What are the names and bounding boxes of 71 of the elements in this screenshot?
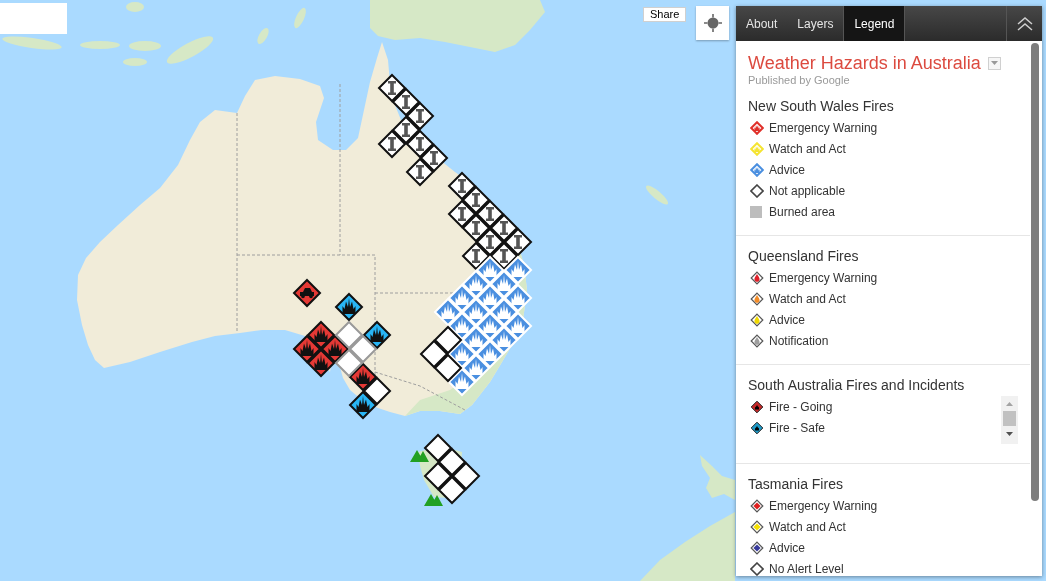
share-button[interactable]: Share <box>643 7 687 22</box>
diamond-marker-icon[interactable] <box>362 376 392 406</box>
legend-label: No Alert Level <box>769 561 844 576</box>
diamond-marker-icon[interactable] <box>348 334 378 364</box>
tab[interactable]: About <box>736 6 788 41</box>
section-heading: New South Wales Fires <box>747 97 895 115</box>
island-drawing <box>123 58 147 66</box>
island-drawing <box>257 27 269 45</box>
nested-diamond-icon <box>750 498 764 513</box>
car-marker-icon[interactable] <box>292 278 322 308</box>
diamond-marker-icon[interactable] <box>334 320 364 350</box>
drop-diamond-icon <box>750 270 764 285</box>
nested-diamond-icon <box>750 540 764 555</box>
legend-label: Advice <box>769 162 806 177</box>
diamond-marker-icon[interactable] <box>451 461 481 491</box>
legend-label: Not applicable <box>769 183 846 198</box>
diamond-marker-icon[interactable] <box>423 433 453 463</box>
legend-label: Fire - Safe <box>769 420 825 435</box>
column-marker-icon[interactable] <box>405 157 435 187</box>
locate-button[interactable] <box>696 6 729 40</box>
island-drawing <box>294 7 306 29</box>
tab[interactable]: Legend <box>843 6 906 41</box>
legend-label: Advice <box>769 312 806 327</box>
drop-diamond-icon <box>750 312 764 327</box>
publisher-text: Published by Google <box>748 73 851 87</box>
flame-diamond-icon <box>750 399 764 414</box>
diamond-marker-icon[interactable] <box>423 461 453 491</box>
diamond-marker-icon[interactable] <box>419 339 449 369</box>
legend-label: Emergency Warning <box>769 498 878 513</box>
legend-label: Advice <box>769 540 806 555</box>
legend-label: Burned area <box>769 204 836 219</box>
diamond-marker-icon[interactable] <box>433 353 463 383</box>
title-menu-button[interactable] <box>987 56 1001 70</box>
diamond-marker-icon[interactable] <box>437 475 467 505</box>
flame-diamond-icon <box>750 420 764 435</box>
section-heading: South Australia Fires and Incidents <box>747 376 966 394</box>
island-drawing <box>126 2 144 12</box>
island-drawing <box>166 36 214 64</box>
chevrons-up-icon <box>1015 16 1034 31</box>
legend-label: Emergency Warning <box>769 270 878 285</box>
search-field[interactable] <box>0 3 67 34</box>
map-title: Weather Hazards in Australia <box>748 53 981 73</box>
diamond-marker-icon[interactable] <box>437 447 467 477</box>
nested-diamond-icon <box>750 519 764 534</box>
triangle-marker-icon[interactable] <box>424 494 443 506</box>
island-drawing <box>2 36 62 50</box>
flame-marker-icon[interactable] <box>306 348 336 378</box>
section-heading: Queensland Fires <box>747 247 860 265</box>
legend-label: Notification <box>769 333 829 348</box>
tab[interactable]: Layers <box>787 6 844 41</box>
target-icon <box>703 14 722 32</box>
legend-label: Watch and Act <box>769 519 846 534</box>
legend-label: Watch and Act <box>769 291 846 306</box>
island-drawing <box>646 185 668 205</box>
island-drawing <box>80 41 120 49</box>
island-drawing <box>700 455 735 500</box>
scroll-bar[interactable] <box>1031 43 1039 501</box>
island-drawing <box>129 41 161 51</box>
diamond-marker-icon[interactable] <box>334 348 364 378</box>
section-heading: Tasmania Fires <box>747 475 844 493</box>
scroll-bar[interactable] <box>1001 396 1018 444</box>
caret-down-icon <box>990 61 998 65</box>
legend-label: Emergency Warning <box>769 120 878 135</box>
diamond-marker-icon[interactable] <box>433 325 463 355</box>
triangle-marker-icon[interactable] <box>410 450 429 462</box>
drop-diamond-icon <box>750 333 764 348</box>
legend-label: Fire - Going <box>769 399 833 414</box>
drop-diamond-icon <box>750 291 764 306</box>
legend-label: Watch and Act <box>769 141 846 156</box>
flame-marker-icon[interactable] <box>334 292 364 322</box>
diamond-icon <box>750 183 764 198</box>
